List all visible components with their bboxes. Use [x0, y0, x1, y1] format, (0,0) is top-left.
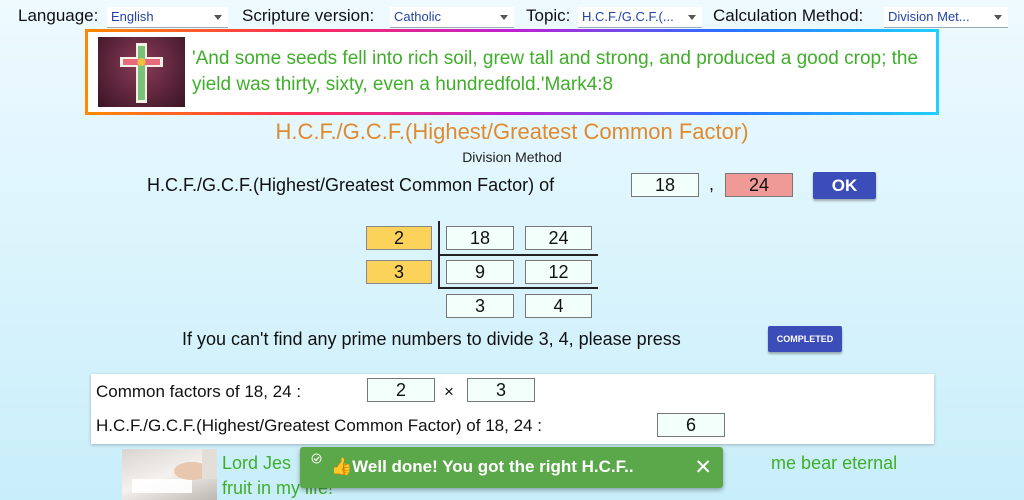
chevron-down-icon: [500, 15, 508, 20]
hcf-result-input[interactable]: 6: [657, 413, 725, 437]
thumbs-up-icon: 👍: [331, 457, 353, 476]
scripture-select-value: Catholic: [394, 9, 441, 24]
close-icon[interactable]: ✕: [694, 455, 712, 480]
quotient-cell[interactable]: 3: [446, 294, 514, 318]
success-toast: 👍Well done! You got the right H.C.F.. ✕: [300, 447, 723, 488]
number-a-input[interactable]: 18: [631, 173, 699, 197]
topic-select[interactable]: H.C.F./G.C.F.(...: [578, 7, 702, 28]
number-separator: ,: [709, 174, 715, 194]
method-label: Calculation Method:: [713, 6, 864, 25]
ladder-line-2: [438, 287, 598, 289]
chevron-down-icon: [994, 15, 1002, 20]
divisor-1[interactable]: 2: [366, 226, 432, 250]
cross-icon: [98, 37, 185, 107]
ladder-line-1: [438, 254, 598, 256]
method-select[interactable]: Division Met...: [884, 7, 1008, 28]
quotient-cell[interactable]: 4: [525, 294, 592, 318]
quotient-cell[interactable]: 12: [525, 260, 592, 284]
common-factors-label: Common factors of 18, 24 :: [96, 382, 302, 401]
method-select-value: Division Met...: [888, 9, 970, 24]
scripture-select[interactable]: Catholic: [390, 7, 514, 28]
divisor-2[interactable]: 3: [366, 260, 432, 284]
verse-banner: 'And some seeds fell into rich soil, gre…: [85, 29, 939, 115]
language-select[interactable]: English: [107, 7, 228, 28]
page-title: H.C.F./G.C.F.(Highest/Greatest Common Fa…: [275, 119, 749, 144]
topic-select-value: H.C.F./G.C.F.(...: [582, 9, 674, 24]
result-panel: Common factors of 18, 24 : 2 × 3 H.C.F./…: [91, 374, 934, 444]
language-select-value: English: [111, 9, 154, 24]
number-b-input[interactable]: 24: [725, 173, 793, 197]
chevron-down-icon: [688, 15, 696, 20]
topic-label: Topic:: [526, 6, 571, 25]
toast-message: 👍Well done! You got the right H.C.F..: [331, 457, 634, 477]
quotient-cell[interactable]: 9: [446, 260, 514, 284]
footer-verse-end: me bear eternal: [771, 453, 898, 473]
hcf-prompt: H.C.F./G.C.F.(Highest/Greatest Common Fa…: [147, 175, 555, 195]
verse-text: 'And some seeds fell into rich soil, gre…: [192, 48, 919, 95]
dividend-cell[interactable]: 24: [525, 226, 592, 250]
hcf-result-label: H.C.F./G.C.F.(Highest/Greatest Common Fa…: [96, 416, 542, 435]
times-sign: ×: [444, 382, 454, 401]
chevron-down-icon: [214, 15, 222, 20]
ok-button[interactable]: OK: [813, 172, 876, 199]
factor-2-input[interactable]: 3: [467, 378, 535, 402]
dividend-cell[interactable]: 18: [446, 226, 514, 250]
instruction-text: If you can't find any prime numbers to d…: [182, 329, 681, 349]
check-icon: [311, 453, 322, 467]
completed-button[interactable]: COMPLETED: [768, 326, 842, 352]
method-subtitle: Division Method: [462, 149, 562, 165]
reading-bible-image: [122, 449, 217, 500]
footer-verse-start: Lord Jes: [222, 453, 292, 473]
factor-1-input[interactable]: 2: [367, 378, 435, 402]
toast-message-text: Well done! You got the right H.C.F..: [352, 457, 634, 476]
language-label: Language:: [18, 6, 99, 25]
scripture-label: Scripture version:: [242, 6, 375, 25]
top-toolbar: Language: English Scripture version: Cat…: [0, 4, 1024, 28]
